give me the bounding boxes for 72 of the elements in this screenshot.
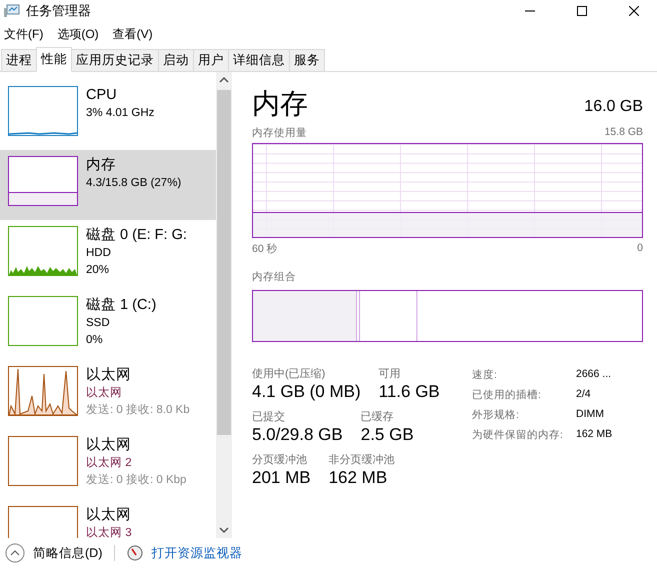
resource-title: 磁盘 1 (C:) [86,296,156,315]
summary-button[interactable]: 简略信息(D) [5,543,102,563]
property-value: 2666 ... [576,368,612,382]
property-label: 外形规格: [472,408,520,422]
resource-detail: 发送: 0 接收: 8.0 Kb [86,402,190,418]
menu-item[interactable]: 选项(O) [57,26,99,42]
resource-detail: HDD [86,246,112,261]
resource-item[interactable]: 以太网 以太网 2 发送: 0 接收: 0 Kbp [0,430,216,500]
tab[interactable]: 性能 [36,47,72,72]
property-value: 162 MB [576,428,612,442]
property-label: 已使用的插槽: [472,388,542,402]
resource-title: 磁盘 0 (E: F: G: [86,226,187,245]
resource-detail: 以太网 [86,386,123,401]
tab[interactable]: 服务 [289,49,325,71]
property-value: 2/4 [576,388,592,402]
resource-title: 以太网 [86,436,132,455]
property-value: DIMM [576,408,605,422]
resource-title: 以太网 [86,366,132,385]
resource-detail: 3% 4.01 GHz [86,106,154,121]
stat-label: 已提交 [252,410,286,424]
menu-item[interactable]: 文件(F) [4,26,44,42]
monitor-icon [4,4,20,18]
tab[interactable]: 应用历史记录 [71,49,159,71]
resource-monitor-link[interactable]: 打开资源监视器 [151,544,242,562]
axis-label: 60 秒 [252,242,278,256]
resource-item[interactable]: 磁盘 1 (C:) SSD 0% [0,290,216,360]
resource-detail: 发送: 0 接收: 0 Kbp [86,472,186,488]
resource-item[interactable]: 以太网 以太网 3 [0,500,216,538]
close-icon[interactable] [629,6,639,16]
stat-label: 可用 [378,367,402,381]
resource-detail: 以太网 3 [86,526,132,538]
tab[interactable]: 用户 [193,49,229,71]
menu-item[interactable]: 查看(V) [112,26,153,42]
property-label: 速度: [472,368,498,382]
resource-heading: 内存 [252,87,308,121]
resource-detail: 20% [86,263,110,278]
total-capacity: 16.0 GB [584,98,643,116]
stat-label: 使用中(已压缩) [252,366,326,381]
stat-label: 非分页缓冲池 [328,453,395,467]
graph-label: 内存使用量 [252,126,307,140]
stat-value: 201 MB [252,467,311,489]
resource-title: CPU [86,86,118,105]
maximize-icon[interactable] [577,6,587,16]
stat-label: 已缓存 [360,410,395,424]
axis-label: 0 [637,242,643,256]
collapse-icon [5,543,25,563]
scrollbar[interactable] [216,72,232,538]
stat-label: 分页缓冲池 [252,453,308,467]
gauge-icon [127,545,144,561]
stat-value: 4.1 GB (0 MB) [252,381,361,403]
graph-max-label: 15.8 GB [604,126,643,140]
stat-value: 5.0/29.8 GB [252,424,343,446]
resource-detail: 以太网 2 [86,456,133,471]
resource-title: 内存 [86,156,117,175]
resource-detail: 4.3/15.8 GB (27%) [86,176,182,191]
resource-item[interactable]: CPU 3% 4.01 GHz [0,80,216,150]
resource-item[interactable]: 以太网 以太网 发送: 0 接收: 8.0 Kb [0,360,216,430]
tab[interactable]: 启动 [158,49,194,71]
stat-value: 11.6 GB [378,381,440,403]
resource-detail: SSD [86,316,111,331]
resource-item[interactable]: 内存 4.3/15.8 GB (27%) [0,150,216,220]
window-title: 任务管理器 [26,2,92,20]
tab[interactable]: 详细信息 [228,49,290,71]
tab[interactable]: 进程 [1,49,37,71]
stat-value: 2.5 GB [360,424,414,446]
resource-title: 以太网 [86,506,132,525]
property-label: 为硬件保留的内存: [472,428,564,442]
stat-value: 162 MB [328,467,388,489]
resource-detail: 0% [86,333,104,348]
resource-item[interactable]: 磁盘 0 (E: F: G: HDD 20% [0,220,216,290]
composition-label: 内存组合 [252,270,296,284]
scroll-thumb[interactable] [217,90,231,435]
